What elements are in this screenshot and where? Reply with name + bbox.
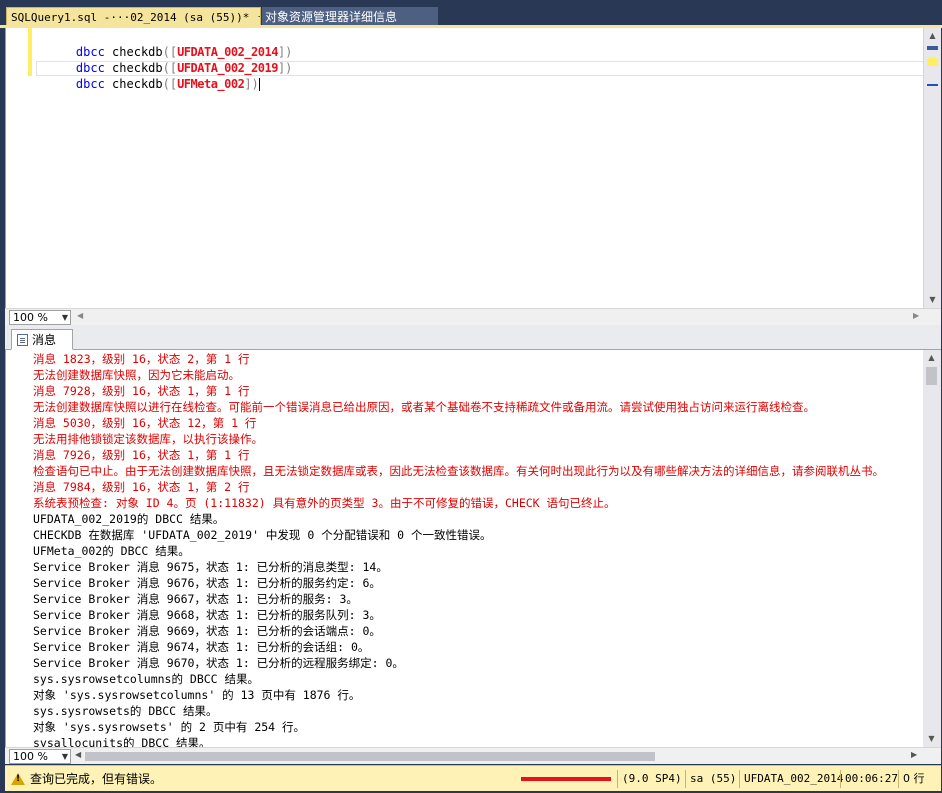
- scroll-down-arrow-icon[interactable]: ▼: [924, 292, 941, 308]
- query-editor[interactable]: dbcc checkdb([UFDATA_002_2014]) dbcc che…: [5, 28, 941, 308]
- keyword: dbcc: [75, 77, 105, 91]
- punct-close: ]): [277, 61, 293, 75]
- messages-vertical-scrollbar[interactable]: ▲ ▼: [923, 350, 941, 747]
- error-message-line: 无法创建数据库快照以进行在线检查。可能前一个错误消息已给出原因，或者某个基础卷不…: [33, 400, 815, 414]
- error-message-line: 消息 7926，级别 16，状态 1，第 1 行: [33, 448, 250, 462]
- tab-messages[interactable]: 消息: [11, 329, 73, 350]
- editor-zoom-value: 100 %: [13, 311, 48, 324]
- function-name: checkdb: [112, 77, 163, 91]
- selection-margin: [6, 28, 24, 308]
- error-message-line: 消息 5030，级别 16，状态 12，第 1 行: [33, 416, 257, 430]
- caret-position-marker: [927, 84, 938, 86]
- change-marker: [927, 58, 938, 66]
- tab-sqlquery1-label: SQLQuery1.sql -···02_2014 (sa (55))*: [11, 10, 250, 24]
- message-line: Service Broker 消息 9669，状态 1: 已分析的会话端点: 0…: [33, 624, 381, 638]
- punct-open: ([: [162, 77, 178, 91]
- error-message-line: 无法用排他锁锁定该数据库，以执行该操作。: [33, 432, 263, 446]
- tab-messages-label: 消息: [32, 333, 57, 347]
- message-line: sys.sysrowsets的 DBCC 结果。: [33, 704, 218, 718]
- text-caret: [258, 78, 260, 91]
- chevron-down-icon: ▼: [61, 752, 68, 761]
- error-message-line: 系统表预检查: 对象 ID 4。页 (1:11832) 具有意外的页类型 3。由…: [33, 496, 616, 510]
- message-line: Service Broker 消息 9675，状态 1: 已分析的消息类型: 1…: [33, 560, 388, 574]
- messages-zoom-value: 100 %: [13, 750, 48, 763]
- status-bar: 查询已完成，但有错误。 (9.0 SP4) sa (55) UFDATA_002…: [5, 765, 941, 791]
- messages-zoom-row: 100 % ▼ ◀ ▶: [5, 747, 941, 764]
- message-line: sysallocunits的 DBCC 结果。: [33, 736, 211, 747]
- warning-icon: [11, 772, 25, 785]
- editor-zoom-row: 100 % ▼ ◀ ▶: [5, 308, 941, 325]
- messages-icon: [17, 333, 28, 346]
- split-handle[interactable]: [927, 46, 938, 50]
- message-line: Service Broker 消息 9670，状态 1: 已分析的远程服务绑定:…: [33, 656, 404, 670]
- status-user: sa (55): [685, 770, 740, 788]
- scroll-right-arrow-icon[interactable]: ▶: [913, 311, 919, 320]
- message-line: Service Broker 消息 9667，状态 1: 已分析的服务: 3。: [33, 592, 358, 606]
- scroll-down-arrow-icon[interactable]: ▼: [923, 731, 940, 747]
- status-rows: 0 行: [898, 770, 929, 788]
- punct-close: ]): [244, 77, 259, 91]
- redaction-mark: [521, 777, 611, 781]
- code-line-1[interactable]: dbcc checkdb([UFDATA_002_2014]): [47, 28, 293, 59]
- status-message: 查询已完成，但有错误。: [30, 772, 163, 786]
- scroll-thumb[interactable]: [926, 367, 937, 385]
- results-tabbar: 消息: [5, 328, 941, 350]
- change-tracking-bar: [28, 28, 32, 76]
- status-server-version: (9.0 SP4): [617, 770, 686, 788]
- scroll-up-arrow-icon[interactable]: ▲: [924, 28, 941, 44]
- message-line: sys.sysrowsetcolumns的 DBCC 结果。: [33, 672, 260, 686]
- scroll-up-arrow-icon[interactable]: ▲: [923, 350, 940, 366]
- status-server: [517, 770, 627, 788]
- message-line: UFDATA_002_2019的 DBCC 结果。: [33, 512, 225, 526]
- message-line: Service Broker 消息 9674，状态 1: 已分析的会话组: 0。: [33, 640, 370, 654]
- message-line: 对象 'sys.sysrowsets' 的 2 页中有 254 行。: [33, 720, 306, 734]
- messages-zoom-dropdown[interactable]: 100 % ▼: [9, 749, 71, 764]
- messages-panel[interactable]: 消息 1823，级别 16，状态 2，第 1 行无法创建数据库快照，因为它未能启…: [5, 350, 923, 747]
- document-tabstrip: SQLQuery1.sql -···02_2014 (sa (55))* ⊣ ✕…: [0, 0, 942, 28]
- scroll-left-arrow-icon[interactable]: ◀: [77, 311, 83, 320]
- error-message-line: 消息 7984，级别 16，状态 1，第 2 行: [33, 480, 250, 494]
- tab-object-explorer-details[interactable]: 对象资源管理器详细信息: [262, 7, 438, 26]
- code-line-2[interactable]: dbcc checkdb([UFDATA_002_2019]): [47, 44, 293, 75]
- status-database: UFDATA_002_2014: [739, 770, 847, 788]
- horizontal-scroll-thumb[interactable]: [85, 752, 655, 761]
- editor-zoom-dropdown[interactable]: 100 % ▼: [9, 310, 71, 325]
- error-message-line: 消息 7928，级别 16，状态 1，第 1 行: [33, 384, 250, 398]
- tab-object-explorer-details-label: 对象资源管理器详细信息: [265, 10, 398, 24]
- chevron-down-icon: ▼: [61, 313, 68, 322]
- error-message-line: 无法创建数据库快照，因为它未能启动。: [33, 368, 240, 382]
- redacted-db-name: UFMeta_002: [177, 77, 245, 91]
- error-message-line: 检查语句已中止。由于无法创建数据库快照，且无法锁定数据库或表，因此无法检查该数据…: [33, 464, 884, 478]
- code-line-3[interactable]: dbcc checkdb([UFMeta_002]): [47, 60, 260, 91]
- message-line: UFMeta_002的 DBCC 结果。: [33, 544, 190, 558]
- pin-icon[interactable]: ⊣: [257, 12, 260, 23]
- message-line: Service Broker 消息 9668，状态 1: 已分析的服务队列: 3…: [33, 608, 381, 622]
- scroll-right-arrow-icon[interactable]: ▶: [911, 750, 917, 759]
- message-line: CHECKDB 在数据库 'UFDATA_002_2019' 中发现 0 个分配…: [33, 528, 492, 542]
- scroll-left-arrow-icon[interactable]: ◀: [75, 750, 81, 759]
- tab-sqlquery1[interactable]: SQLQuery1.sql -···02_2014 (sa (55))* ⊣ ✕: [6, 7, 261, 26]
- editor-vertical-scrollbar[interactable]: ▲ ▼: [923, 28, 941, 308]
- error-message-line: 消息 1823，级别 16，状态 2，第 1 行: [33, 352, 250, 366]
- message-line: Service Broker 消息 9676，状态 1: 已分析的服务约定: 6…: [33, 576, 381, 590]
- status-elapsed: 00:06:27: [840, 770, 902, 788]
- message-line: 对象 'sys.sysrowsetcolumns' 的 13 页中有 1876 …: [33, 688, 361, 702]
